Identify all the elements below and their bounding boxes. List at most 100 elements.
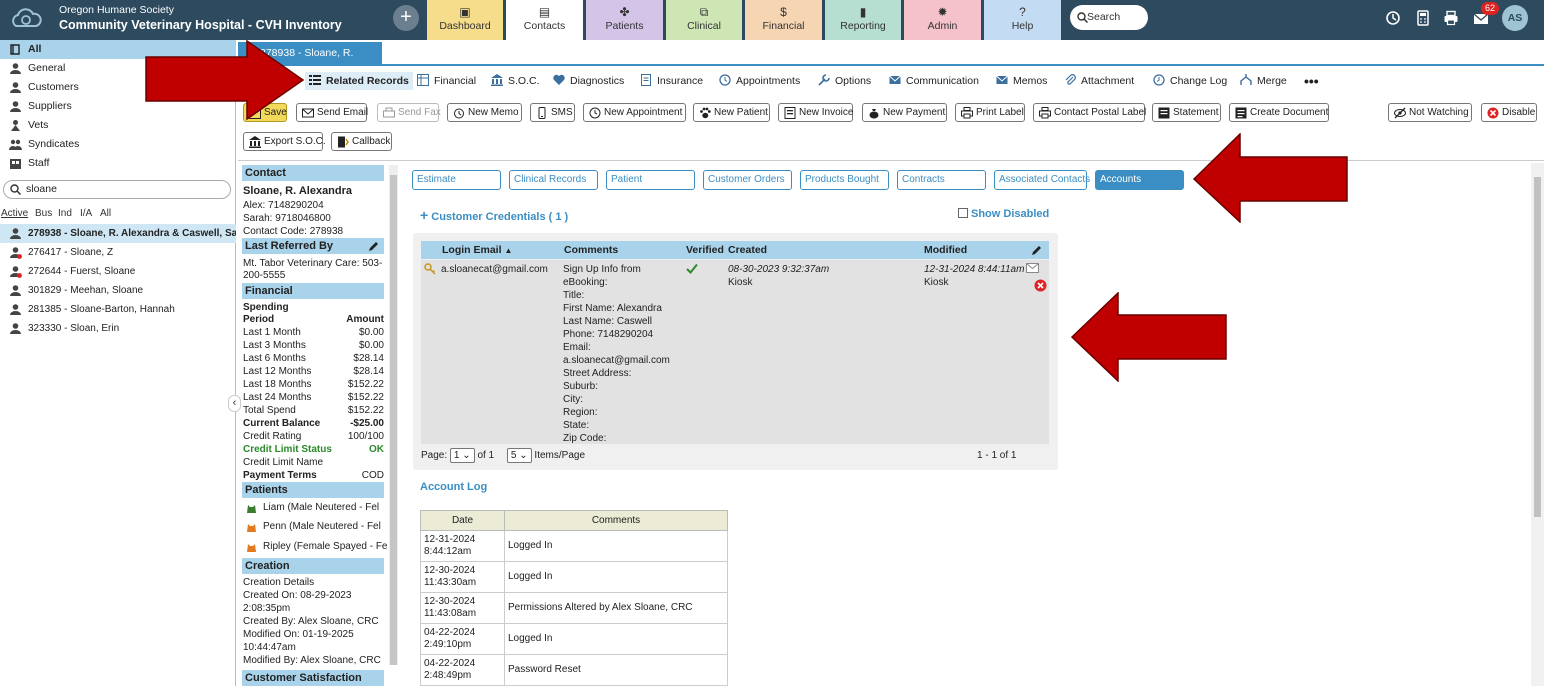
related-tab-products-bought[interactable]: Products Bought	[800, 170, 889, 190]
send-email-button[interactable]: Send Email	[296, 103, 368, 122]
filter-all[interactable]: All	[100, 208, 111, 219]
statement-button[interactable]: Statement	[1152, 103, 1221, 122]
related-tab-customer-orders[interactable]: Customer Orders	[703, 170, 792, 190]
related-tab-accounts[interactable]: Accounts	[1095, 170, 1184, 190]
quick-add-button[interactable]: +	[393, 5, 419, 31]
history-icon[interactable]	[1385, 10, 1401, 26]
result-item[interactable]: 301829 - Meehan, Sloane	[0, 281, 236, 300]
result-item[interactable]: 323330 - Sloan, Erin	[0, 319, 236, 338]
filter-inactive[interactable]: I/A	[80, 208, 92, 219]
table-row[interactable]: 04-22-2024 2:48:49pm Password Reset	[420, 654, 728, 686]
items-per-page-select[interactable]: 5 ⌄	[506, 447, 532, 463]
subtab-merge[interactable]: Merge	[1240, 72, 1287, 90]
filter-individual[interactable]: Ind	[58, 208, 72, 219]
filter-active[interactable]: Active	[1, 208, 28, 219]
collapse-panel-button[interactable]: ‹	[228, 395, 241, 412]
new-memo-button[interactable]: New Memo	[447, 103, 522, 122]
subtab-soc[interactable]: S.O.C.	[491, 72, 540, 90]
related-tab-associated-contacts[interactable]: Associated Contacts	[994, 170, 1090, 190]
supplier-icon	[10, 101, 21, 112]
contact-postal-label-button[interactable]: Contact Postal Label	[1033, 103, 1146, 122]
summary-scrollbar[interactable]	[389, 165, 398, 665]
envelope-icon	[996, 75, 1008, 84]
subtab-attachment[interactable]: Attachment	[1064, 72, 1134, 90]
category-staff[interactable]: Staff	[0, 154, 236, 173]
more-options-icon[interactable]: •••	[1304, 72, 1319, 90]
table-row[interactable]: a.sloanecat@gmail.com Sign Up Info from …	[421, 260, 1049, 444]
col-modified[interactable]: Modified	[924, 241, 967, 259]
col-comments[interactable]: Comments	[564, 241, 618, 259]
new-appointment-button[interactable]: New Appointment	[583, 103, 686, 122]
result-item[interactable]: 272644 - Fuerst, Sloane	[0, 262, 236, 281]
col-verified[interactable]: Verified	[686, 241, 724, 259]
subtab-appointments[interactable]: Appointments	[719, 72, 800, 90]
patient-link[interactable]: Ripley (Female Spayed - Fe	[243, 541, 388, 553]
related-tab-contracts[interactable]: Contracts	[897, 170, 986, 190]
user-avatar[interactable]: AS	[1502, 5, 1528, 31]
credit-limit-status-row: Credit Limit Status OK	[243, 444, 384, 455]
filter-business[interactable]: Bus	[35, 208, 52, 219]
subtab-communication[interactable]: Communication	[889, 72, 979, 90]
show-disabled-checkbox[interactable]	[958, 208, 968, 218]
col-comments[interactable]: Comments	[504, 510, 728, 531]
main-scrollbar[interactable]	[1531, 163, 1544, 686]
patient-link[interactable]: Penn (Male Neutered - Fel	[243, 521, 381, 533]
subtab-change-log[interactable]: Change Log	[1153, 72, 1227, 90]
disable-button[interactable]: Disable	[1481, 103, 1537, 122]
mail-count-badge: 62	[1481, 2, 1499, 15]
nav-reporting[interactable]: ▮ Reporting	[825, 0, 901, 40]
nav-admin[interactable]: ✹ Admin	[904, 0, 981, 40]
email-icon[interactable]	[1026, 263, 1039, 273]
calculator-icon[interactable]	[1415, 10, 1431, 26]
sms-button[interactable]: SMS	[530, 103, 575, 122]
related-tab-estimate[interactable]: Estimate	[412, 170, 501, 190]
nav-dashboard[interactable]: ▣ Dashboard	[427, 0, 503, 40]
patient-link[interactable]: Liam (Male Neutered - Fel	[243, 502, 379, 514]
nav-patients[interactable]: ✤ Patients	[586, 0, 663, 40]
global-search-button[interactable]: Search	[1070, 5, 1148, 30]
printer-icon[interactable]	[1443, 10, 1459, 26]
category-syndicates[interactable]: Syndicates	[0, 135, 236, 154]
print-label-button[interactable]: Print Label	[955, 103, 1025, 122]
contact-search-input[interactable]: sloane	[3, 180, 231, 199]
new-payment-button[interactable]: New Payment	[862, 103, 947, 122]
table-row[interactable]: 12-30-2024 11:43:30am Logged In	[420, 561, 728, 593]
search-icon	[1077, 12, 1088, 23]
send-fax-button[interactable]: Send Fax	[377, 103, 441, 122]
subtab-related-records[interactable]: Related Records	[305, 72, 413, 90]
not-watching-button[interactable]: Not Watching	[1388, 103, 1472, 122]
related-tab-clinical-records[interactable]: Clinical Records	[509, 170, 598, 190]
nav-contacts[interactable]: ▤ Contacts	[506, 0, 583, 40]
table-row[interactable]: 12-30-2024 11:43:08am Permissions Altered…	[420, 592, 728, 624]
nav-clinical[interactable]: ⧉ Clinical	[666, 0, 742, 40]
show-disabled-toggle[interactable]: Show Disabled	[958, 208, 1049, 220]
result-item[interactable]: 276417 - Sloane, Z	[0, 243, 236, 262]
delete-icon[interactable]	[1034, 279, 1047, 292]
result-item[interactable]: 278938 - Sloane, R. Alexandra & Caswell,…	[0, 224, 236, 243]
nav-help[interactable]: ? Help	[984, 0, 1061, 40]
table-row[interactable]: 12-31-2024 8:44:12am Logged In	[420, 530, 728, 562]
col-created[interactable]: Created	[728, 241, 767, 259]
subtab-memos[interactable]: Memos	[996, 72, 1047, 90]
new-patient-button[interactable]: New Patient	[693, 103, 770, 122]
subtab-diagnostics[interactable]: Diagnostics	[553, 72, 624, 90]
clock-icon	[719, 74, 731, 86]
subtab-insurance[interactable]: Insurance	[640, 72, 703, 90]
page-select[interactable]: 1 ⌄	[449, 447, 475, 463]
subtab-options[interactable]: Options	[818, 72, 871, 90]
new-invoice-button[interactable]: New Invoice	[778, 103, 853, 122]
nav-financial[interactable]: $ Financial	[745, 0, 822, 40]
table-row[interactable]: 04-22-2024 2:49:10pm Logged In	[420, 623, 728, 655]
fax-icon	[383, 107, 395, 118]
col-login-email[interactable]: Login Email ▲	[442, 241, 512, 260]
subtab-financial[interactable]: Financial	[417, 72, 476, 90]
pencil-icon[interactable]	[368, 240, 380, 252]
export-soc-button[interactable]: Export S.O.C.	[243, 132, 326, 151]
related-tab-patient[interactable]: Patient	[606, 170, 695, 190]
callback-button[interactable]: Callback	[331, 132, 392, 151]
result-item[interactable]: 281385 - Sloane-Barton, Hannah	[0, 300, 236, 319]
customer-credentials-title[interactable]: + Customer Credentials ( 1 )	[420, 207, 568, 223]
create-document-button[interactable]: Create Document	[1229, 103, 1329, 122]
pencil-icon[interactable]	[1031, 244, 1043, 256]
col-date[interactable]: Date	[420, 510, 505, 531]
